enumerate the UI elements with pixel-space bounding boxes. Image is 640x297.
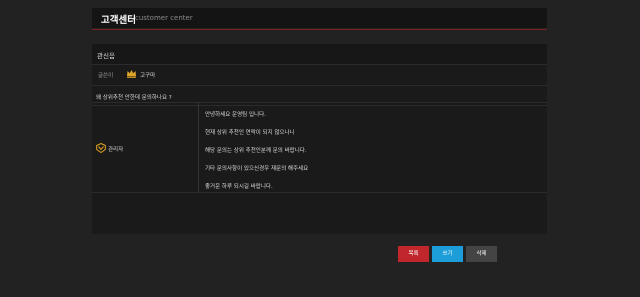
header-divider bbox=[92, 29, 547, 30]
author-label: 글쓴이 bbox=[98, 73, 114, 79]
answer-author: 관리자 bbox=[108, 147, 124, 153]
admin-badge-icon bbox=[96, 143, 106, 153]
delete-button[interactable]: 삭제 bbox=[466, 246, 497, 262]
answer-line: 좋거운 하루 되시길 바랍니다. bbox=[205, 184, 273, 190]
page-header: 고객센터 customer center bbox=[92, 8, 547, 28]
author-name: 고구마 bbox=[140, 73, 156, 79]
answer-box: 관리자 안녕하세요 운영팀 입니다. 현재 상위 추천인 연락이 되지 않으나니… bbox=[92, 102, 547, 193]
question-text: 왜 상위추천 안한데 문의하나요 ? bbox=[96, 95, 172, 101]
answer-author-cell: 관리자 bbox=[92, 103, 199, 192]
answer-line: 안녕하세요 운영팀 입니다. bbox=[205, 112, 266, 118]
answer-line: 해당 문의는 상위 추천인분께 문의 바랍니다. bbox=[205, 148, 307, 154]
page-subtitle: customer center bbox=[135, 13, 193, 22]
crown-icon bbox=[127, 70, 136, 78]
write-button[interactable]: 쓰기 bbox=[432, 246, 463, 262]
post-category-row: 관신음 bbox=[92, 44, 547, 65]
post-panel: 관신음 글쓴이 고구마 왜 상위추천 안한데 문의하나요 ? 관리자 안녕하세요… bbox=[92, 44, 547, 234]
post-author-row: 글쓴이 고구마 bbox=[92, 65, 547, 86]
list-button[interactable]: 목록 bbox=[398, 246, 429, 262]
answer-content: 안녕하세요 운영팀 입니다. 현재 상위 추천인 연락이 되지 않으나니 해당 … bbox=[205, 111, 535, 201]
answer-line: 현재 상위 추천인 연락이 되지 않으나니 bbox=[205, 130, 295, 136]
page-title: 고객센터 bbox=[101, 15, 136, 26]
post-category: 관신음 bbox=[97, 52, 115, 60]
answer-line: 기타 문의사항이 있으신경우 재문의 해주세요 bbox=[205, 166, 309, 172]
